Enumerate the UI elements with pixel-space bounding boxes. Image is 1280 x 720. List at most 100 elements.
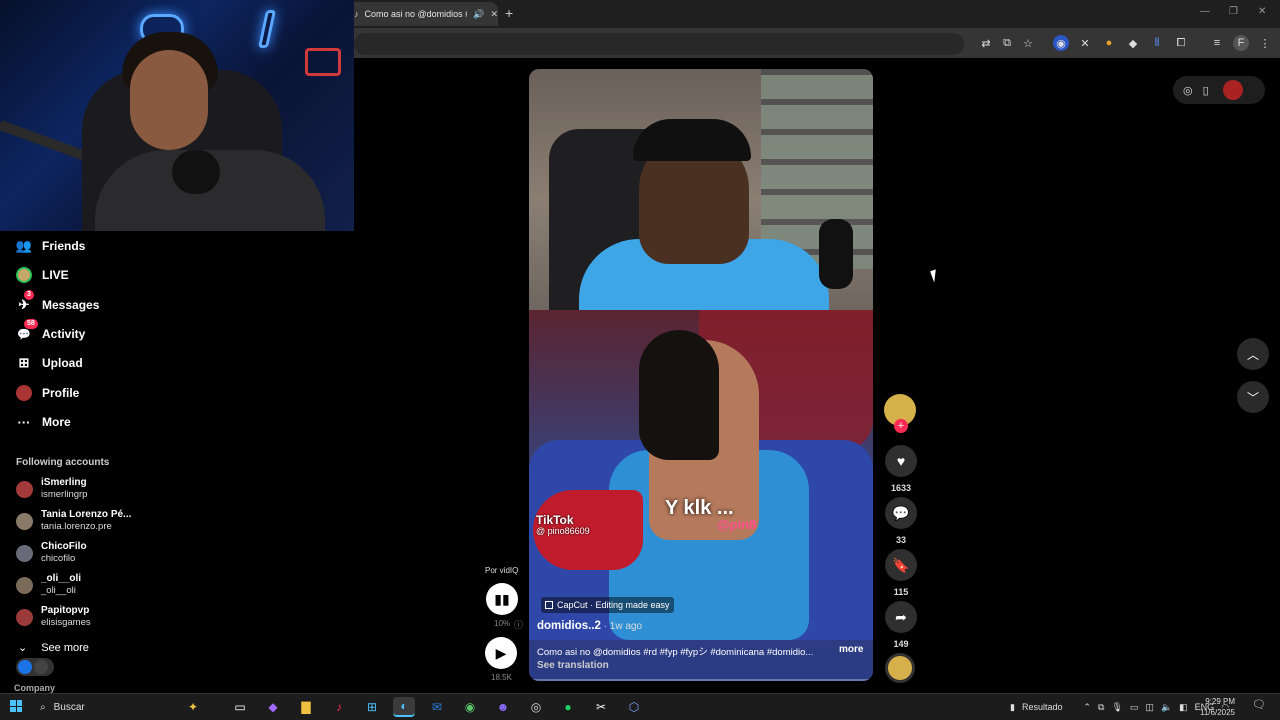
monitor-icon[interactable]: ▭ [1130, 702, 1139, 713]
video-player[interactable]: TikTok @ pino86609 Y klk ... @pin8 CapCu… [529, 69, 873, 681]
store-app-icon[interactable]: ⊞ [361, 697, 383, 717]
heart-icon[interactable]: ♥ [885, 445, 917, 477]
like-action[interactable]: ♥ 1633 [884, 445, 918, 493]
network-icon[interactable]: ◫ [1145, 702, 1154, 713]
spotify-icon[interactable]: ● [557, 697, 579, 717]
sidebar-item-upload[interactable]: ⊞ Upload [16, 352, 83, 374]
comment-action[interactable]: 💬 33 [884, 497, 918, 545]
video-caption-mention: @pin8 [717, 517, 757, 532]
sidebar-item-activity[interactable]: 💬 58 Activity [16, 319, 85, 345]
browser-extension-pill[interactable] [16, 658, 54, 676]
play-button[interactable]: ▶ [485, 637, 517, 669]
share-action[interactable]: ➦ 149 [884, 601, 918, 649]
comment-icon[interactable]: 💬 [885, 497, 917, 529]
see-more-button[interactable]: ⌄ See more [18, 641, 89, 655]
new-tab-button[interactable]: + [505, 5, 513, 21]
x-extension-icon[interactable]: ✕ [1077, 35, 1093, 51]
description-more-button[interactable]: more [839, 644, 863, 655]
compass-icon[interactable]: ◎ [1183, 84, 1193, 97]
sidebar-item-more[interactable]: ··· More [16, 411, 71, 433]
tiktok-watermark: TikTok [536, 513, 574, 527]
result-label[interactable]: Resultado [1022, 702, 1063, 712]
microphone-icon[interactable]: 🎙 [1111, 702, 1122, 713]
tray-app-icon[interactable]: ⧉ [1098, 702, 1104, 713]
browser-tab[interactable]: ♪ Como asi no @domidios # 🔊 ✕ [348, 2, 498, 26]
webcam-overlay [0, 0, 354, 231]
translate-icon[interactable]: ⇄ [978, 35, 994, 51]
phone-icon[interactable]: ▯ [1203, 84, 1209, 97]
edge-browser-icon[interactable]: ◐ [393, 697, 415, 717]
browser-menu-icon[interactable]: ⋮ [1257, 35, 1273, 51]
account-avatar [16, 512, 33, 530]
comment-count: 33 [895, 535, 906, 545]
mouse-cursor-icon [930, 269, 940, 283]
vpn-app-icon[interactable]: ⬡ [623, 697, 645, 717]
video-progress-bar[interactable] [529, 679, 873, 681]
sidebar-item-label: Messages [42, 298, 100, 312]
address-bar[interactable] [354, 33, 964, 55]
video-author[interactable]: domidios..2 · 1w ago [537, 620, 642, 632]
taskbar-clock[interactable]: 9:29 PM 11/6/2025 [1200, 696, 1235, 718]
music-disc-icon[interactable] [885, 653, 915, 683]
vidiq-stats-button[interactable]: ▮▮ [486, 583, 518, 615]
save-action[interactable]: 🔖 115 [884, 549, 918, 597]
bookmark-star-icon[interactable]: ☆ [1020, 35, 1036, 51]
pill-icon-a [18, 660, 32, 674]
see-translation-link[interactable]: See translation [537, 660, 609, 671]
minimize-button[interactable]: — [1200, 6, 1210, 17]
nba-icon[interactable]: ▮ [1010, 702, 1015, 713]
activity-icon: 💬 58 [16, 319, 38, 342]
previous-video-button[interactable]: ︿ [1237, 338, 1269, 370]
company-link[interactable]: Company [14, 683, 55, 693]
file-explorer-icon[interactable]: ▇ [295, 697, 317, 717]
cast-icon[interactable]: ⧉ [999, 35, 1015, 51]
chevron-up-icon[interactable]: ⌃ [1083, 702, 1091, 713]
following-account[interactable]: ChicoFilo chicofilo [16, 541, 87, 565]
following-account[interactable]: _oli__oli _oli__oli [16, 573, 81, 597]
follow-plus-icon[interactable]: + [894, 419, 908, 433]
share-icon[interactable]: ➦ [885, 601, 917, 633]
media-controls-icon[interactable]: ≡ [1209, 35, 1225, 51]
account-avatar [16, 608, 33, 626]
sidebar-item-messages[interactable]: ✈ 3 Messages [16, 290, 100, 316]
discord-icon[interactable]: ☻ [492, 697, 514, 717]
profile-icon[interactable]: F [1233, 35, 1249, 51]
sidebar-item-friends[interactable]: 👥 Friends [16, 235, 85, 257]
capcut-app-icon[interactable]: ✂ [590, 697, 612, 717]
obs-icon[interactable]: ◎ [525, 697, 547, 717]
copilot-sparkle-icon[interactable]: ✦ [182, 697, 204, 717]
user-avatar[interactable] [1222, 80, 1243, 100]
diamond-extension-icon[interactable]: ◆ [1125, 35, 1141, 51]
following-account[interactable]: iSmerling ismerlingrp [16, 477, 87, 501]
following-account[interactable]: Papitopvp elisisgames [16, 605, 91, 629]
outlook-icon[interactable]: ✉ [426, 697, 448, 717]
capcut-label[interactable]: CapCut · Editing made easy [541, 597, 674, 613]
bar-chart-icon: ▮▮ [494, 590, 510, 607]
sidebar-item-live[interactable]: LIVE [16, 264, 69, 286]
next-video-button[interactable]: ﹀ [1237, 381, 1269, 413]
more-icon: ··· [17, 414, 31, 430]
vpn-tray-icon[interactable]: ◧ [1179, 702, 1188, 713]
microphone [172, 150, 220, 194]
task-view-icon[interactable]: ▭ [229, 697, 251, 717]
bookmark-icon[interactable]: 🔖 [885, 549, 917, 581]
tiktok-app-icon[interactable]: ♪ [328, 697, 350, 717]
window-close-button[interactable]: ✕ [1258, 6, 1266, 17]
search-icon: ⌕ [40, 701, 46, 713]
restore-button[interactable]: ❐ [1229, 6, 1238, 17]
volume-icon[interactable]: 🔈 [1161, 702, 1172, 713]
chrome-icon[interactable]: ◉ [459, 697, 481, 717]
color-extension-icon[interactable]: ● [1101, 35, 1117, 51]
chevron-down-icon: ﹀ [1246, 390, 1259, 405]
windows-start-icon[interactable] [10, 700, 22, 712]
speaker-icon[interactable]: 🔊 [473, 9, 484, 20]
following-account[interactable]: Tania Lorenzo Pé... tania.lorenzo.pre [16, 509, 131, 533]
notification-icon[interactable]: 🗨 [1252, 698, 1266, 711]
info-icon[interactable]: ⓘ [514, 618, 523, 631]
sidebar-item-profile[interactable]: Profile [16, 382, 79, 404]
audio-extension-icon[interactable]: ⦀ [1149, 35, 1165, 51]
copilot-app-icon[interactable]: ◆ [262, 697, 284, 717]
tab-close-icon[interactable]: ✕ [490, 9, 498, 20]
extension-icon[interactable]: ◉ [1053, 35, 1069, 51]
extensions-puzzle-icon[interactable]: ⧠ [1173, 35, 1189, 51]
